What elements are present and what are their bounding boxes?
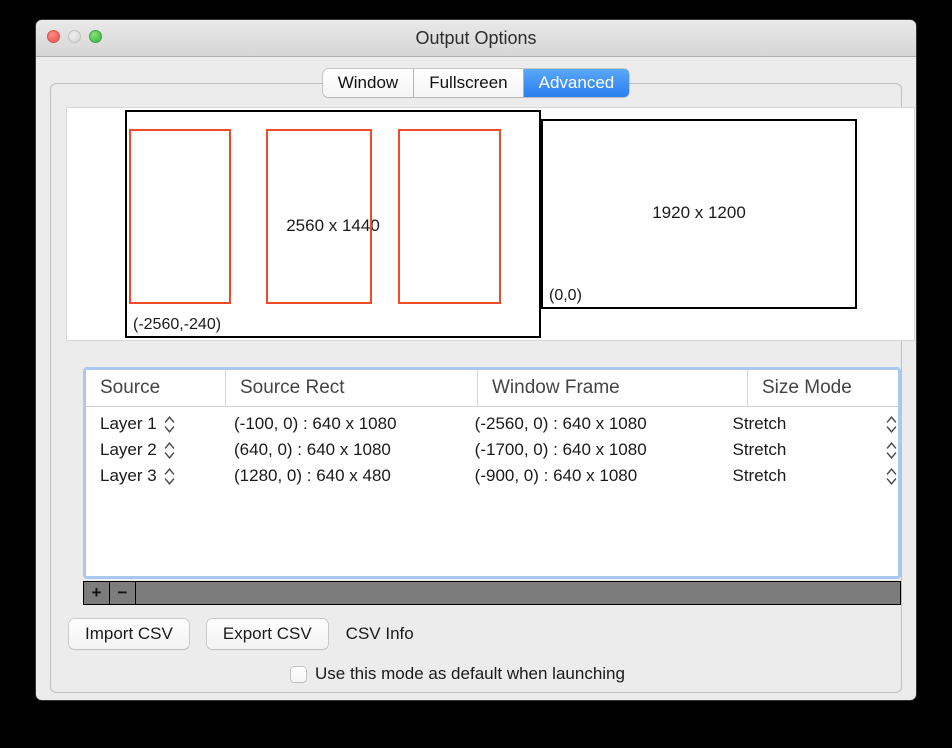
- cell-size-mode[interactable]: Stretch: [718, 463, 862, 489]
- source-rect-preview-1[interactable]: [129, 129, 231, 304]
- table-row[interactable]: Layer 2 (640, 0) : 640 x 1080 (-1700, 0)…: [86, 437, 898, 463]
- cell-source-label: Layer 2: [100, 440, 157, 459]
- display-rect-right[interactable]: 1920 x 1200 (0,0): [541, 119, 857, 309]
- source-stepper-icon[interactable]: [163, 465, 177, 487]
- window-titlebar: Output Options: [36, 20, 916, 57]
- table-action-bar: + −: [83, 581, 901, 605]
- output-options-window: Output Options 2560 x 1440 (-2560,-240) …: [36, 20, 916, 700]
- tab-bar: Window Fullscreen Advanced: [36, 69, 916, 99]
- display-preview-panel[interactable]: 2560 x 1440 (-2560,-240) 1920 x 1200 (0,…: [66, 107, 915, 341]
- tab-view-container: 2560 x 1440 (-2560,-240) 1920 x 1200 (0,…: [50, 83, 915, 693]
- csv-info-label[interactable]: CSV Info: [346, 624, 414, 644]
- cell-size-mode[interactable]: Stretch: [718, 411, 862, 437]
- cell-size-mode-label: Stretch: [732, 414, 787, 433]
- segmented-control[interactable]: Window Fullscreen Advanced: [322, 69, 630, 97]
- source-stepper-icon[interactable]: [163, 413, 177, 435]
- cell-window-frame[interactable]: (-2560, 0) : 640 x 1080: [461, 411, 719, 437]
- layer-table[interactable]: Source Source Rect Window Frame Size Mod…: [86, 370, 898, 576]
- source-rect-preview-3[interactable]: [398, 129, 501, 304]
- default-mode-checkbox-row[interactable]: Use this mode as default when launching: [291, 664, 625, 684]
- column-header-size-mode[interactable]: Size Mode: [748, 370, 898, 406]
- cell-size-mode-label: Stretch: [732, 440, 787, 459]
- display-right-origin: (0,0): [549, 287, 582, 304]
- table-row[interactable]: Layer 1 (-100, 0) : 640 x 1080 (-2560, 0…: [86, 411, 898, 437]
- cell-source-rect[interactable]: (-100, 0) : 640 x 1080: [220, 411, 461, 437]
- table-body: Layer 1 (-100, 0) : 640 x 1080 (-2560, 0…: [86, 407, 898, 489]
- export-csv-button[interactable]: Export CSV: [206, 619, 328, 649]
- cell-source[interactable]: Layer 2: [86, 437, 220, 463]
- tab-window[interactable]: Window: [322, 69, 415, 97]
- cell-window-frame[interactable]: (-900, 0) : 640 x 1080: [461, 463, 719, 489]
- remove-layer-button[interactable]: −: [110, 582, 136, 604]
- layer-table-focus-ring: Source Source Rect Window Frame Size Mod…: [83, 367, 901, 579]
- cell-source[interactable]: Layer 3: [86, 463, 220, 489]
- cell-window-frame[interactable]: (-1700, 0) : 640 x 1080: [461, 437, 719, 463]
- cell-source-label: Layer 3: [100, 466, 157, 485]
- size-mode-stepper-icon[interactable]: [884, 465, 898, 487]
- column-header-source-rect[interactable]: Source Rect: [226, 370, 478, 406]
- default-mode-checkbox-label: Use this mode as default when launching: [315, 664, 625, 683]
- column-header-source[interactable]: Source: [86, 370, 226, 406]
- tab-advanced[interactable]: Advanced: [523, 69, 630, 97]
- display-rect-left[interactable]: 2560 x 1440 (-2560,-240): [125, 110, 541, 338]
- import-csv-button[interactable]: Import CSV: [69, 619, 189, 649]
- table-header-row: Source Source Rect Window Frame Size Mod…: [86, 370, 898, 407]
- default-mode-checkbox[interactable]: [291, 666, 306, 682]
- cell-size-mode[interactable]: Stretch: [718, 437, 862, 463]
- size-mode-stepper-icon[interactable]: [884, 413, 898, 435]
- cell-source-rect[interactable]: (1280, 0) : 640 x 480: [220, 463, 461, 489]
- size-mode-stepper-icon[interactable]: [884, 439, 898, 461]
- cell-size-mode-label: Stretch: [732, 466, 787, 485]
- column-header-window-frame[interactable]: Window Frame: [478, 370, 748, 406]
- source-rect-preview-2[interactable]: [266, 129, 372, 304]
- cell-source[interactable]: Layer 1: [86, 411, 220, 437]
- tab-fullscreen[interactable]: Fullscreen: [414, 69, 524, 97]
- cell-source-rect[interactable]: (640, 0) : 640 x 1080: [220, 437, 461, 463]
- display-left-origin: (-2560,-240): [133, 316, 222, 333]
- source-stepper-icon[interactable]: [163, 439, 177, 461]
- cell-source-label: Layer 1: [100, 414, 157, 433]
- window-title: Output Options: [415, 28, 537, 48]
- add-layer-button[interactable]: +: [84, 582, 110, 604]
- display-right-label: 1920 x 1200: [652, 203, 746, 222]
- table-row[interactable]: Layer 3 (1280, 0) : 640 x 480 (-900, 0) …: [86, 463, 898, 489]
- csv-button-row: Import CSV Export CSV CSV Info: [69, 619, 414, 649]
